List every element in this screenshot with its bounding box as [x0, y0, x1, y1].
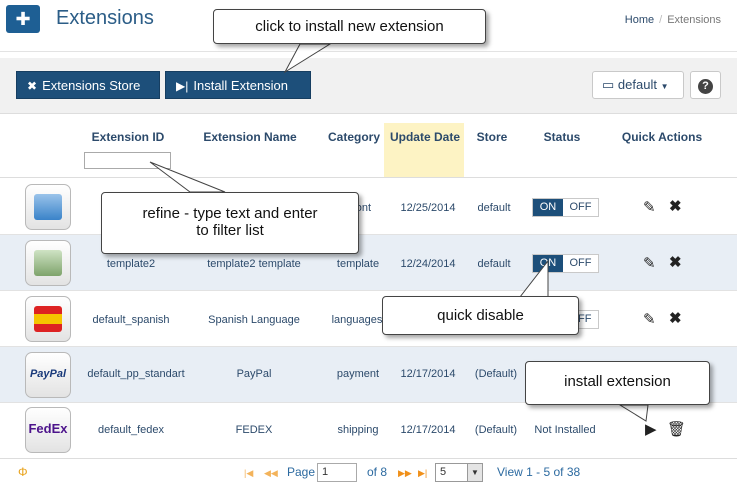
- last-page-icon[interactable]: ▶|: [418, 468, 427, 479]
- delete-icon[interactable]: ✖: [669, 253, 682, 271]
- extension-thumbnail: [25, 184, 71, 230]
- breadcrumb-home-link[interactable]: Home: [625, 14, 654, 26]
- extension-thumbnail: PayPal: [25, 352, 71, 398]
- callout-install-new-text: click to install new extension: [255, 18, 444, 35]
- image-icon: [34, 250, 62, 276]
- edit-icon[interactable]: ✎: [643, 310, 656, 328]
- extension-thumbnail: FedEx: [25, 407, 71, 453]
- store-cell: (Default): [474, 424, 518, 436]
- category-cell: shipping: [337, 424, 379, 436]
- column-header-status[interactable]: Status: [530, 130, 594, 144]
- callout-install-new: click to install new extension: [213, 9, 486, 44]
- install-play-icon[interactable]: ▶: [645, 420, 657, 438]
- delete-icon[interactable]: ✖: [669, 197, 682, 215]
- page-count-label: of 8: [367, 465, 388, 479]
- store-cell: default: [477, 258, 511, 270]
- extensions-store-label: Extensions Store: [42, 78, 141, 93]
- page-title: Extensions: [56, 7, 154, 29]
- date-cell: 12/17/2014: [400, 424, 456, 436]
- folder-icon: [34, 194, 62, 220]
- pager: Φ |◀ ◀◀ Page 1 of 8 ▶▶ ▶| 5 ▼ View 1 - 5…: [0, 458, 737, 496]
- callout-refine: refine - type text and enter to filter l…: [101, 192, 359, 254]
- extensions-store-button[interactable]: ✖ Extensions Store: [16, 71, 160, 99]
- callout-quick-disable: quick disable: [382, 296, 579, 335]
- column-header-extension-name[interactable]: Extension Name: [196, 130, 304, 144]
- breadcrumb-separator: /: [659, 14, 663, 26]
- callout-refine-text-2: to filter list: [196, 222, 264, 239]
- next-page-icon[interactable]: ▶▶: [398, 468, 412, 479]
- column-header-extension-id[interactable]: Extension ID: [86, 130, 170, 144]
- step-forward-icon: ▶|: [176, 79, 189, 93]
- page-size-select[interactable]: 5 ▼: [435, 463, 483, 482]
- extension-id-cell: default_pp_standart: [87, 368, 185, 380]
- callout-refine-text-1: refine - type text and enter: [142, 205, 318, 222]
- status-toggle[interactable]: ON OFF: [532, 198, 599, 217]
- first-page-icon[interactable]: |◀: [244, 468, 253, 479]
- extension-name-cell: template2 template: [207, 258, 301, 270]
- toggle-on[interactable]: ON: [533, 255, 563, 272]
- status-cell: Not Installed: [534, 424, 596, 436]
- page-number-input[interactable]: 1: [317, 463, 357, 482]
- toggle-on[interactable]: ON: [533, 199, 563, 216]
- edit-icon[interactable]: ✎: [643, 198, 656, 216]
- extension-id-cell: default_spanish: [92, 314, 170, 326]
- prev-page-icon[interactable]: ◀◀: [264, 468, 278, 479]
- paypal-logo: PayPal: [29, 368, 67, 380]
- toggle-off[interactable]: OFF: [563, 199, 598, 216]
- extension-thumbnail: [25, 240, 71, 286]
- toggle-off[interactable]: OFF: [563, 255, 598, 272]
- trash-icon[interactable]: 🗑: [667, 420, 686, 438]
- delete-icon[interactable]: ✖: [669, 309, 682, 327]
- view-range-text: View 1 - 5 of 38: [497, 465, 581, 479]
- extension-thumbnail: [25, 296, 71, 342]
- category-cell: template: [336, 258, 380, 270]
- extension-name-cell: Spanish Language: [208, 314, 300, 326]
- spain-flag-icon: [34, 306, 62, 332]
- breadcrumb: Home / Extensions: [625, 14, 721, 26]
- table-row[interactable]: default_spanish Spanish Language languag…: [0, 291, 737, 347]
- status-toggle[interactable]: ON OFF: [532, 254, 599, 273]
- caret-down-icon: ▼: [467, 464, 482, 481]
- extension-id-cell: default_fedex: [97, 424, 165, 436]
- column-header-category[interactable]: Category: [324, 130, 384, 144]
- column-header-quick-actions: Quick Actions: [621, 130, 703, 144]
- question-icon: ?: [698, 79, 713, 94]
- column-header-store[interactable]: Store: [468, 130, 516, 144]
- date-cell: 12/17/2014: [400, 368, 456, 380]
- fedex-logo: FedEx: [28, 421, 68, 436]
- expand-arrows-icon: ✖: [27, 79, 38, 93]
- date-cell: 12/25/2014: [400, 202, 456, 214]
- store-cell: default: [477, 202, 511, 214]
- refresh-icon[interactable]: Φ: [18, 465, 28, 479]
- extension-name-cell: PayPal: [236, 368, 272, 380]
- store-cell: (Default): [474, 368, 518, 380]
- extension-name-cell: FEDEX: [235, 424, 273, 436]
- toolbar: ✖ Extensions Store ▶| Install Extension ▭ …: [0, 58, 737, 114]
- column-header-update-date[interactable]: Update Date: [386, 130, 464, 144]
- category-cell: payment: [336, 368, 380, 380]
- page-size-value: 5: [440, 466, 447, 478]
- help-button[interactable]: ?: [690, 71, 721, 99]
- extension-id-cell: template2: [106, 258, 156, 270]
- template-select-button[interactable]: ▭ default ▼: [592, 71, 684, 99]
- callout-install-extension-text: install extension: [564, 373, 671, 390]
- callout-quick-disable-text: quick disable: [437, 307, 524, 324]
- caret-down-icon: ▼: [660, 82, 669, 91]
- monitor-icon: ▭: [602, 77, 615, 92]
- table-row[interactable]: FedEx default_fedex FEDEX shipping 12/17…: [0, 403, 737, 459]
- category-cell: languages: [331, 314, 383, 326]
- puzzle-piece-icon: ✚: [6, 5, 40, 33]
- template-select-label: default: [617, 77, 657, 92]
- page-label: Page: [287, 465, 316, 479]
- edit-icon[interactable]: ✎: [643, 254, 656, 272]
- date-cell: 12/24/2014: [400, 258, 456, 270]
- callout-install-extension: install extension: [525, 361, 710, 405]
- install-extension-button[interactable]: ▶| Install Extension: [165, 71, 311, 99]
- breadcrumb-current: Extensions: [667, 14, 721, 26]
- install-extension-label: Install Extension: [193, 78, 289, 93]
- extension-id-filter-input[interactable]: [84, 152, 171, 169]
